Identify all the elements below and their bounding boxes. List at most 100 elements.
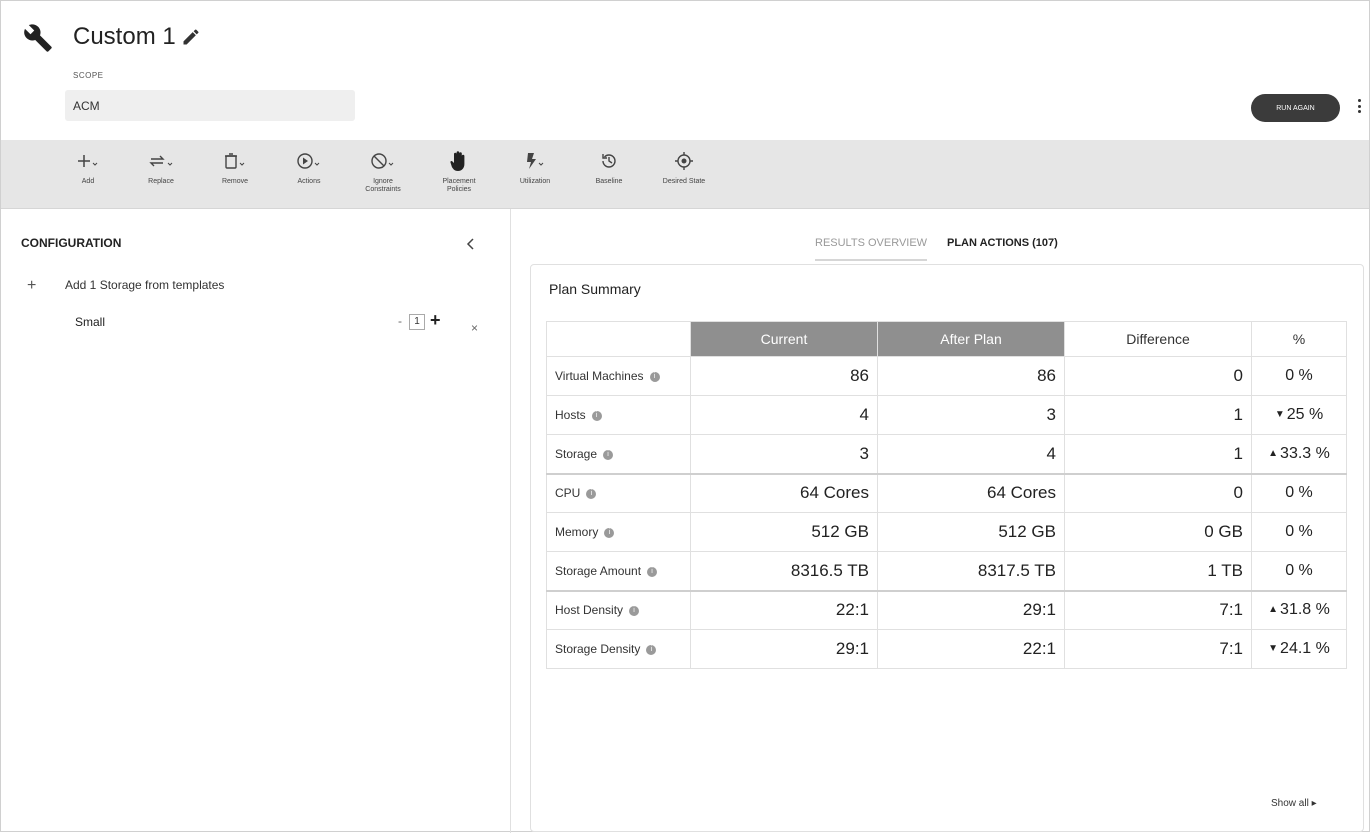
page-title: Custom 1 [73, 23, 176, 50]
target-icon [675, 150, 693, 172]
info-icon[interactable]: i [647, 566, 658, 577]
info-icon[interactable]: i [591, 410, 602, 421]
diff-cell: 7:1 [1064, 589, 1252, 630]
metric-cell: CPU i [546, 472, 691, 513]
current-cell: 8316.5 TB [690, 551, 878, 591]
table-row: Storage Density i 29:1 22:1 7:1 ▼ 24.1 % [546, 629, 1347, 669]
tab-plan-actions[interactable]: PLAN ACTIONS (107) [947, 237, 1058, 249]
after-cell: 4 [877, 434, 1065, 474]
metric-label: CPU [555, 486, 581, 501]
percent-cell: ▼ 25 % [1251, 395, 1347, 435]
scope-value: ACM [73, 99, 100, 113]
current-cell: 29:1 [690, 629, 878, 669]
diff-cell: 0 [1064, 356, 1252, 396]
toolbar-baseline-label: Baseline [595, 178, 623, 185]
trend-up-icon: ▲ [1268, 447, 1279, 459]
current-cell: 22:1 [690, 589, 878, 630]
tab-results-overview[interactable]: RESULTS OVERVIEW [815, 237, 928, 261]
metric-label: Host Density [555, 603, 624, 618]
current-cell: 64 Cores [690, 472, 878, 513]
plan-summary-table: Current After Plan Difference % Virtual … [546, 321, 1347, 669]
toolbar-replace-label: Replace [148, 178, 174, 185]
template-name: Small [75, 315, 106, 329]
percent-value: 0 % [1285, 367, 1313, 384]
panel-divider [510, 209, 511, 833]
toolbar-actions[interactable]: Actions [289, 150, 329, 186]
after-cell: 512 GB [877, 512, 1065, 552]
column-header-current: Current [690, 321, 878, 357]
quantity-input[interactable]: 1 [409, 314, 425, 330]
column-header-difference: Difference [1064, 321, 1252, 357]
plan-summary-title: Plan Summary [549, 281, 641, 297]
increment-button[interactable]: + [430, 310, 441, 331]
play-circle-icon [297, 150, 321, 172]
after-cell: 22:1 [877, 629, 1065, 669]
table-row: Memory i 512 GB 512 GB 0 GB 0 % [546, 512, 1347, 552]
percent-value: 31.8 % [1280, 601, 1330, 619]
percent-value: 0 % [1285, 523, 1313, 540]
toolbar-utilization-label: Utilization [519, 178, 551, 185]
toolbar-placement-policies-label: Placement Policies [442, 178, 476, 193]
table-header-row: Current After Plan Difference % [546, 321, 1347, 357]
toolbar-add-label: Add [81, 178, 95, 185]
percent-cell: ▲ 33.3 % [1251, 434, 1347, 474]
trend-up-icon: ▲ [1268, 604, 1279, 616]
decrement-button[interactable]: - [398, 314, 402, 328]
current-cell: 3 [690, 434, 878, 474]
edit-pencil-icon[interactable] [181, 27, 201, 47]
metric-cell: Storage Amount i [546, 551, 691, 591]
plan-toolbar: Add Replace Remove Actions Ignore Constr… [1, 140, 1369, 209]
toolbar-actions-label: Actions [297, 178, 321, 185]
metric-label: Hosts [555, 408, 586, 422]
after-cell: 64 Cores [877, 472, 1065, 513]
more-options-icon[interactable] [1357, 99, 1361, 113]
metric-cell: Storage Density i [546, 629, 691, 669]
column-header-percent: % [1251, 321, 1347, 357]
toolbar-add[interactable]: Add [73, 150, 103, 186]
toolbar-ignore-constraints[interactable]: Ignore Constraints [355, 150, 411, 194]
metric-label: Storage [555, 446, 598, 461]
percent-cell: 0 % [1251, 551, 1347, 591]
plan-page: Custom 1 SCOPE ACM RUN AGAIN Add Replace… [0, 0, 1370, 833]
toolbar-placement-policies[interactable]: Placement Policies [431, 150, 487, 194]
info-icon[interactable]: i [629, 606, 640, 617]
toolbar-desired-state-label: Desired State [662, 178, 706, 185]
configuration-title: CONFIGURATION [21, 236, 122, 250]
info-icon[interactable]: i [604, 527, 615, 538]
remove-template-button[interactable]: × [471, 321, 478, 335]
metric-label: Storage Amount [555, 563, 642, 578]
percent-cell: 0 % [1251, 512, 1347, 552]
replace-icon [148, 150, 174, 172]
add-plus-icon[interactable]: + [27, 277, 36, 295]
metric-cell: Memory i [546, 512, 691, 552]
after-cell: 3 [877, 395, 1065, 435]
percent-value: 0 % [1285, 484, 1313, 502]
current-cell: 512 GB [690, 512, 878, 552]
diff-cell: 0 GB [1064, 512, 1252, 552]
toolbar-utilization[interactable]: Utilization [509, 150, 561, 186]
info-icon[interactable]: i [586, 489, 597, 500]
percent-cell: 0 % [1251, 472, 1347, 513]
run-again-button[interactable]: RUN AGAIN [1251, 94, 1340, 122]
toolbar-desired-state[interactable]: Desired State [651, 150, 717, 186]
metric-cell: Host Density i [546, 589, 691, 630]
table-row: Host Density i 22:1 29:1 7:1 ▲ 31.8 % [546, 589, 1347, 630]
percent-value: 0 % [1285, 561, 1313, 579]
current-cell: 4 [690, 395, 878, 435]
history-icon [600, 150, 618, 172]
toolbar-remove[interactable]: Remove [213, 150, 257, 186]
metric-label: Storage Density [555, 642, 641, 656]
diff-cell: 1 TB [1064, 551, 1252, 591]
trash-icon [223, 150, 247, 172]
info-icon[interactable]: i [649, 371, 660, 382]
toolbar-replace[interactable]: Replace [141, 150, 181, 186]
toolbar-baseline[interactable]: Baseline [587, 150, 631, 186]
trend-down-icon: ▼ [1268, 643, 1279, 654]
show-all-link[interactable]: Show all ▸ [1271, 798, 1317, 809]
collapse-panel-icon[interactable] [465, 237, 477, 251]
info-icon[interactable]: i [646, 644, 657, 655]
diff-cell: 1 [1064, 395, 1252, 435]
scope-field[interactable]: ACM [65, 90, 355, 121]
bolt-icon [524, 150, 546, 172]
info-icon[interactable]: i [603, 449, 614, 460]
